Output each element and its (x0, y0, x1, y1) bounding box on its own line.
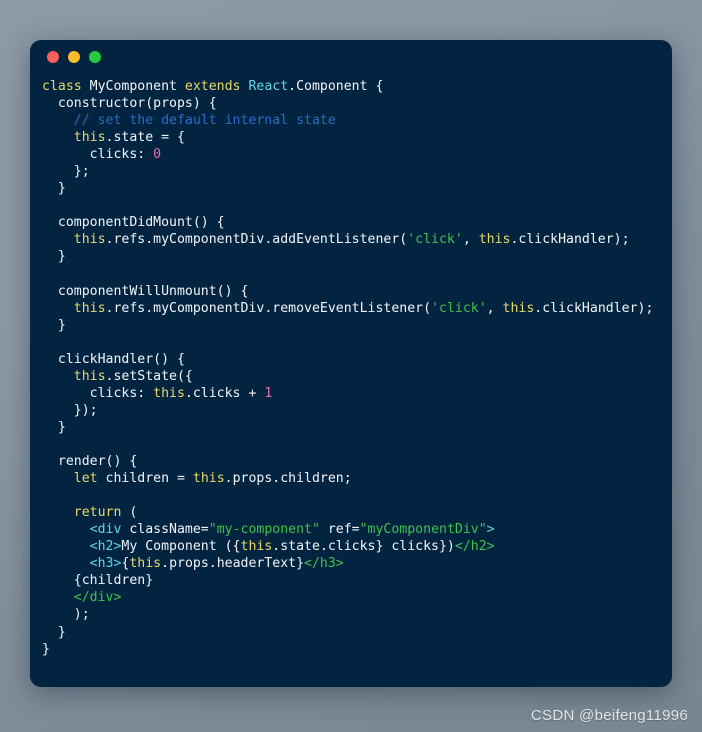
code-token: this (73, 368, 106, 384)
code-token: componentDidMount() { (42, 215, 225, 231)
code-token: React (248, 79, 289, 94)
code-token: 0 (153, 147, 162, 163)
code-window: class MyComponent extends React.Componen… (30, 40, 672, 687)
code-token: 'click' (431, 300, 487, 316)
code-token: this (478, 232, 511, 248)
code-token: this (240, 539, 273, 555)
code-token: this (192, 471, 225, 487)
code-token: this (502, 300, 535, 316)
code-token: return (73, 505, 122, 521)
code-token: 1 (264, 385, 273, 401)
code-token: .refs.myComponentDiv.addEventListener( (105, 232, 408, 248)
code-token: render() { (42, 454, 138, 470)
source-code-block: class MyComponent extends React.Componen… (42, 78, 672, 658)
code-token: .state = { (105, 130, 185, 146)
code-token: 'click' (407, 232, 463, 248)
code-token: </h2> (454, 539, 495, 555)
code-token: this (73, 300, 106, 316)
code-token: ( (121, 505, 138, 521)
code-token: this (153, 385, 185, 401)
code-token: "myComponentDiv" (359, 522, 487, 538)
code-token: this (129, 556, 162, 572)
code-token: } (42, 249, 66, 265)
code-token: <h3> (89, 556, 122, 572)
code-token: this (73, 232, 106, 248)
code-token: , (462, 232, 479, 248)
code-token: .setState({ (105, 368, 193, 384)
code-token: .props.headerText} (161, 556, 305, 572)
code-token: </div> (73, 590, 122, 606)
code-token: , (486, 300, 503, 316)
code-token: children = (105, 471, 193, 487)
minimize-button-icon[interactable] (68, 51, 80, 63)
code-token: "my-component" (208, 522, 320, 538)
code-token: ref= (319, 522, 360, 538)
code-token: // set the default internal state (42, 113, 336, 129)
code-token: componentWillUnmount() { (42, 283, 249, 299)
code-token: this (73, 130, 106, 146)
code-token: .clickHandler); (534, 300, 654, 316)
code-token: .state.clicks} clicks}) (272, 539, 455, 555)
code-token: clicks: (42, 147, 154, 163)
code-token: .props.children; (224, 471, 352, 487)
code-token: {children} (42, 573, 154, 589)
code-token: My Component ({ (121, 539, 241, 555)
code-token: </h3> (304, 556, 344, 572)
watermark-text: CSDN @beifeng11996 (530, 707, 688, 724)
code-token: clickHandler() { (42, 351, 185, 367)
code-token: }); (42, 402, 98, 418)
code-token: class (42, 79, 90, 94)
code-token: extends (184, 79, 249, 94)
code-token: let (73, 471, 106, 487)
code-token: ); (42, 607, 90, 623)
code-token: > (486, 522, 495, 538)
code-token: .clicks + (184, 385, 265, 401)
desktop-background: class MyComponent extends React.Componen… (0, 0, 702, 732)
code-token: <div (89, 522, 122, 538)
maximize-button-icon[interactable] (89, 51, 101, 63)
code-token: .clickHandler); (510, 232, 630, 248)
code-token: constructor(props) { (42, 96, 217, 112)
code-token: }; (42, 164, 90, 180)
code-token: className= (121, 522, 209, 538)
code-token: } (42, 181, 66, 197)
code-token: <h2> (89, 539, 122, 555)
code-token: .refs.myComponentDiv.removeEventListener… (105, 300, 432, 316)
code-content-area[interactable]: class MyComponent extends React.Componen… (30, 74, 672, 658)
code-token: } (42, 419, 66, 435)
close-button-icon[interactable] (47, 51, 59, 63)
code-token: } (42, 641, 50, 657)
code-token: } (42, 317, 66, 333)
code-token: clicks: (42, 385, 154, 401)
code-token: .Component { (288, 79, 384, 94)
code-token: } (42, 624, 66, 640)
code-token: MyComponent (89, 79, 185, 94)
window-titlebar[interactable] (30, 40, 672, 74)
